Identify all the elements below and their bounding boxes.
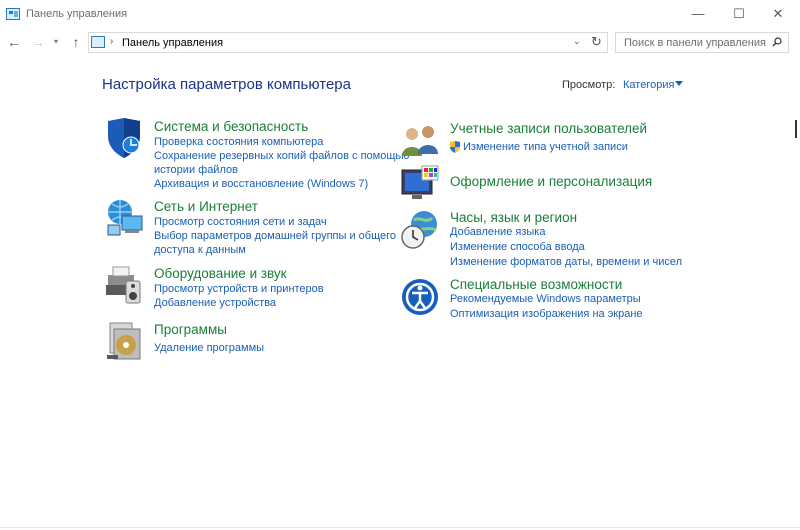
- link-check-computer-status[interactable]: Проверка состояния компьютера: [154, 136, 323, 148]
- recent-locations-chevron-icon[interactable]: ▾: [50, 32, 62, 52]
- link-change-input-method[interactable]: Изменение способа ввода: [450, 241, 585, 253]
- link-change-account-type[interactable]: Изменение типа учетной записи: [463, 141, 628, 153]
- breadcrumb-control-panel[interactable]: Панель управления: [122, 37, 223, 49]
- up-arrow-icon[interactable]: ↑: [67, 32, 85, 52]
- printer-speaker-icon[interactable]: [104, 265, 144, 305]
- navigation-bar: ← → ▾ ↑ › Панель управления ⌄ ↻ Поиск в …: [0, 30, 800, 54]
- link-file-history-backup[interactable]: Сохранение резервных копий файлов с помо…: [154, 150, 409, 162]
- title-bar: Панель управления — ☐ ✕: [0, 0, 800, 28]
- view-by-label: Просмотр:: [562, 79, 616, 91]
- category-title[interactable]: Оформление и персонализация: [450, 174, 652, 189]
- programs-disc-icon[interactable]: [104, 321, 144, 361]
- page-title: Настройка параметров компьютера: [102, 76, 351, 93]
- close-button[interactable]: ✕: [760, 0, 796, 28]
- view-by-caret-icon[interactable]: [675, 81, 683, 86]
- link-optimize-display[interactable]: Оптимизация изображения на экране: [450, 308, 643, 320]
- maximize-button[interactable]: ☐: [721, 0, 757, 28]
- link-devices-printers[interactable]: Просмотр устройств и принтеров: [154, 283, 324, 295]
- window-edge: [795, 120, 797, 138]
- category-title[interactable]: Программы: [154, 322, 227, 337]
- uac-shield-icon: [450, 141, 460, 153]
- monitor-palette-icon[interactable]: [400, 164, 440, 204]
- control-panel-icon: [91, 36, 105, 48]
- link-homegroup-sharing[interactable]: Выбор параметров домашней группы и общег…: [154, 230, 396, 242]
- link-uninstall-program[interactable]: Удаление программы: [154, 342, 264, 354]
- window-title: Панель управления: [26, 8, 128, 20]
- link-backup-restore-win7[interactable]: Архивация и восстановление (Windows 7): [154, 178, 368, 190]
- search-input[interactable]: Поиск в панели управления: [615, 32, 789, 53]
- clock-globe-icon[interactable]: [400, 210, 440, 250]
- category-title[interactable]: Система и безопасность: [154, 119, 308, 134]
- users-icon[interactable]: [400, 120, 440, 160]
- window-bottom-border: [0, 527, 800, 528]
- link-recommended-settings[interactable]: Рекомендуемые Windows параметры: [450, 293, 641, 305]
- category-title[interactable]: Сеть и Интернет: [154, 199, 258, 214]
- search-placeholder: Поиск в панели управления: [624, 37, 766, 49]
- link-change-date-formats[interactable]: Изменение форматов даты, времени и чисел: [450, 256, 682, 268]
- breadcrumb-separator-icon[interactable]: ›: [110, 36, 113, 47]
- link-add-device[interactable]: Добавление устройства: [154, 297, 276, 309]
- category-title[interactable]: Учетные записи пользователей: [450, 121, 647, 136]
- control-panel-icon: [6, 8, 20, 20]
- view-by-dropdown[interactable]: Категория: [623, 79, 674, 91]
- address-bar[interactable]: › Панель управления ⌄ ↻: [88, 32, 608, 53]
- address-dropdown-icon[interactable]: ⌄: [573, 36, 581, 47]
- link-add-language[interactable]: Добавление языка: [450, 226, 545, 238]
- back-arrow-icon[interactable]: ←: [5, 32, 23, 52]
- link-homegroup-sharing-cont[interactable]: доступа к данным: [154, 244, 246, 256]
- forward-arrow-icon[interactable]: →: [29, 32, 47, 52]
- link-network-status[interactable]: Просмотр состояния сети и задач: [154, 216, 327, 228]
- category-title[interactable]: Часы, язык и регион: [450, 210, 577, 225]
- search-icon[interactable]: [772, 37, 782, 47]
- category-title[interactable]: Специальные возможности: [450, 277, 622, 292]
- network-globe-icon[interactable]: [104, 198, 144, 238]
- link-file-history-backup-cont[interactable]: истории файлов: [154, 164, 238, 176]
- category-title[interactable]: Оборудование и звук: [154, 266, 287, 281]
- ease-of-access-icon[interactable]: [400, 277, 440, 317]
- shield-icon[interactable]: [104, 118, 144, 158]
- minimize-button[interactable]: —: [680, 0, 716, 28]
- refresh-icon[interactable]: ↻: [591, 34, 602, 50]
